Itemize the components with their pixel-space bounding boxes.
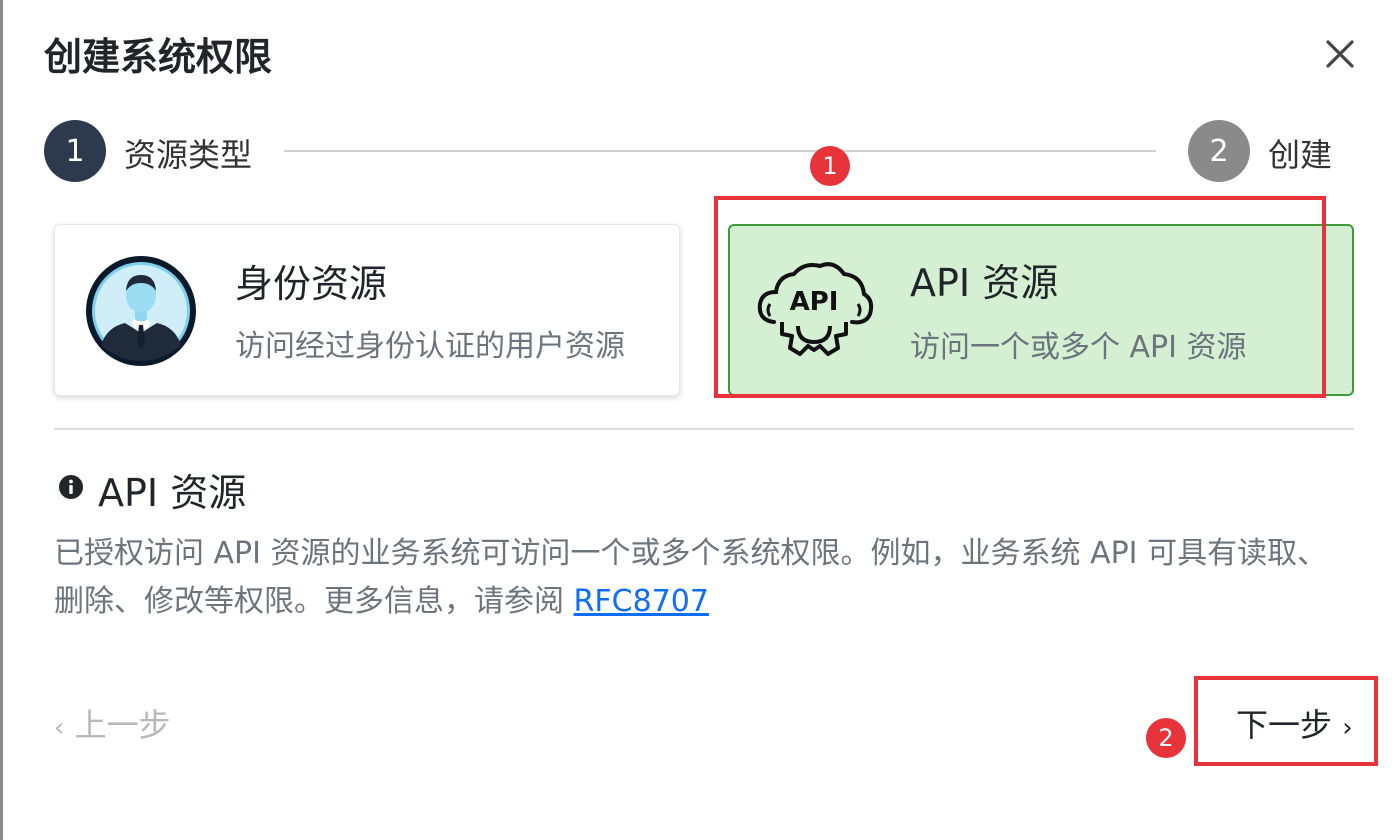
- section-divider: [54, 428, 1354, 430]
- identity-resource-description: 访问经过身份认证的用户资源: [235, 329, 625, 364]
- dialog-title: 创建系统权限: [44, 35, 273, 79]
- step-2-label: 创建: [1268, 136, 1333, 174]
- close-icon[interactable]: [1320, 34, 1360, 74]
- rfc8707-link[interactable]: RFC8707: [574, 584, 709, 619]
- annotation-marker-1: 1: [810, 146, 850, 186]
- previous-step-button[interactable]: ‹ 上一步: [54, 700, 171, 746]
- step-1-indicator: 1: [44, 120, 106, 182]
- identity-resource-title: 身份资源: [235, 262, 388, 306]
- identity-resource-card[interactable]: 身份资源 访问经过身份认证的用户资源: [54, 224, 680, 396]
- info-description: 已授权访问 API 资源的业务系统可访问一个或多个系统权限。例如，业务系统 AP…: [54, 530, 1354, 626]
- info-title: API 资源: [98, 471, 247, 515]
- stepper-connector: [284, 150, 1156, 152]
- step-2-indicator: 2: [1188, 120, 1250, 182]
- info-icon: [59, 475, 83, 499]
- highlight-box-next-button: [1194, 676, 1378, 766]
- previous-step-label: 上一步: [74, 706, 171, 744]
- annotation-marker-2: 2: [1146, 718, 1186, 758]
- chevron-left-icon: ‹: [54, 713, 65, 743]
- user-avatar-icon: [86, 256, 196, 366]
- step-1-label: 资源类型: [124, 136, 253, 174]
- window-edge: [0, 0, 3, 840]
- highlight-box-api-card: [714, 196, 1326, 398]
